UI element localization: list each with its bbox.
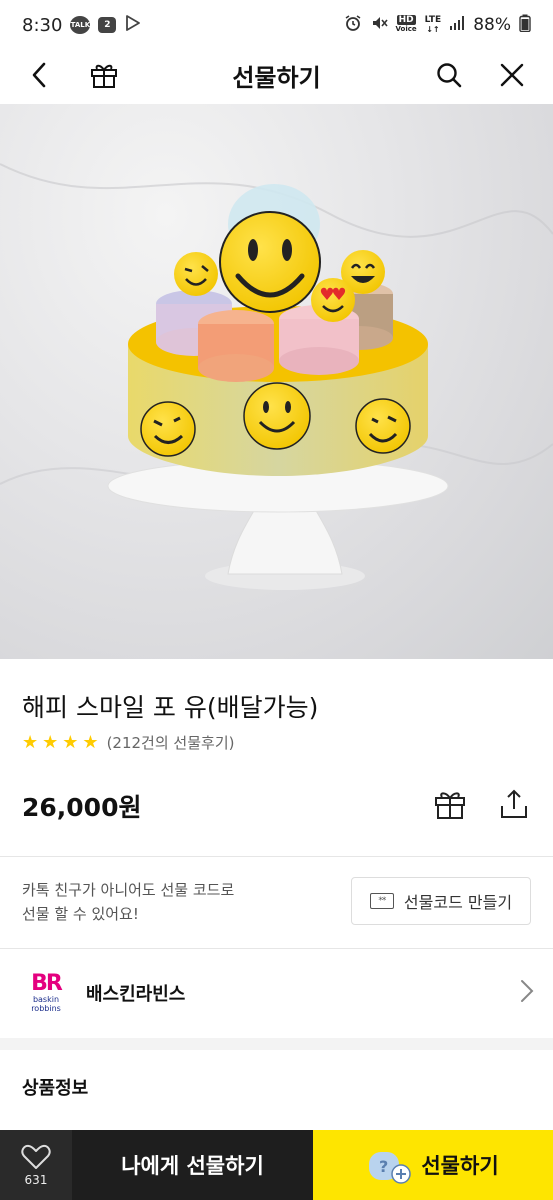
friend-avatar-add-icon: ?	[367, 1148, 412, 1184]
gift-box-button[interactable]	[84, 55, 124, 95]
review-count: (212건의 선물후기)	[106, 734, 235, 752]
product-info-section: 상품정보	[0, 1050, 553, 1130]
notification-count-icon: 2	[98, 17, 117, 33]
chevron-left-icon	[32, 62, 46, 88]
close-icon	[500, 63, 524, 87]
alarm-icon	[344, 14, 362, 37]
svg-text:?: ?	[379, 1157, 388, 1176]
talk-icon: TALK	[70, 16, 91, 34]
bottom-action-bar: 631 나에게 선물하기 ? 선물하기	[0, 1130, 553, 1200]
status-time: 8:30	[22, 14, 63, 36]
hd-volte-icon: HD Voice	[395, 15, 417, 33]
star-icon: ★	[22, 731, 39, 753]
search-button[interactable]	[429, 55, 469, 95]
like-button[interactable]: 631	[0, 1130, 72, 1200]
product-name: 해피 스마일 포 유(배달가능)	[22, 693, 319, 722]
product-price: 26,000원	[22, 793, 142, 822]
gift-button[interactable]: ? 선물하기	[313, 1130, 553, 1200]
gift-code-section: 카톡 친구가 아니어도 선물 코드로 선물 할 수 있어요! ** 선물코드 만…	[0, 858, 553, 948]
page-title: 선물하기	[232, 63, 321, 92]
gift-icon	[435, 792, 465, 819]
play-store-icon	[124, 14, 142, 37]
cake-illustration	[0, 163, 553, 590]
app-bar: 선물하기	[0, 50, 553, 100]
like-count: 631	[24, 1172, 48, 1187]
back-button[interactable]	[20, 55, 60, 95]
brand-logo: BR baskin robbins	[31, 971, 63, 1014]
gift-to-me-label: 나에게 선물하기	[121, 1154, 264, 1178]
share-icon	[501, 789, 527, 818]
lte-icon: LTE ↓↑	[424, 14, 442, 34]
star-icon: ★	[62, 731, 79, 753]
star-icon: ★	[42, 731, 59, 753]
rating[interactable]: ★ ★ ★ ★ (212건의 선물후기)	[22, 732, 234, 753]
share-button[interactable]	[494, 784, 534, 824]
brand-row[interactable]: BR baskin robbins 배스킨라빈스	[0, 950, 553, 1036]
create-gift-code-label: 선물코드 만들기	[403, 893, 513, 912]
star-icon: ★	[82, 731, 99, 753]
battery-percent: 88%	[473, 15, 511, 35]
chevron-right-icon	[519, 978, 535, 1008]
close-button[interactable]	[492, 55, 532, 95]
brand-name: 배스킨라빈스	[86, 984, 186, 1005]
gift-code-description: 카톡 친구가 아니어도 선물 코드로 선물 할 수 있어요!	[22, 881, 235, 923]
heart-icon	[21, 1144, 51, 1169]
create-gift-code-button[interactable]: ** 선물코드 만들기	[351, 877, 531, 925]
mute-icon	[370, 14, 388, 37]
divider	[0, 856, 553, 857]
product-info-heading: 상품정보	[22, 1078, 89, 1099]
gift-wish-button[interactable]	[430, 784, 470, 824]
battery-icon	[519, 14, 531, 37]
product-image[interactable]	[0, 104, 553, 659]
gift-label: 선물하기	[421, 1154, 499, 1178]
section-gap	[0, 1038, 553, 1050]
gift-to-me-button[interactable]: 나에게 선물하기	[72, 1130, 313, 1200]
ticket-icon: **	[369, 893, 394, 909]
gift-icon	[91, 64, 117, 88]
divider	[0, 948, 553, 949]
signal-icon	[449, 15, 465, 36]
status-bar: 8:30 TALK 2 HD Voice LTE ↓↑ 88%	[0, 0, 553, 50]
search-icon	[437, 63, 462, 88]
